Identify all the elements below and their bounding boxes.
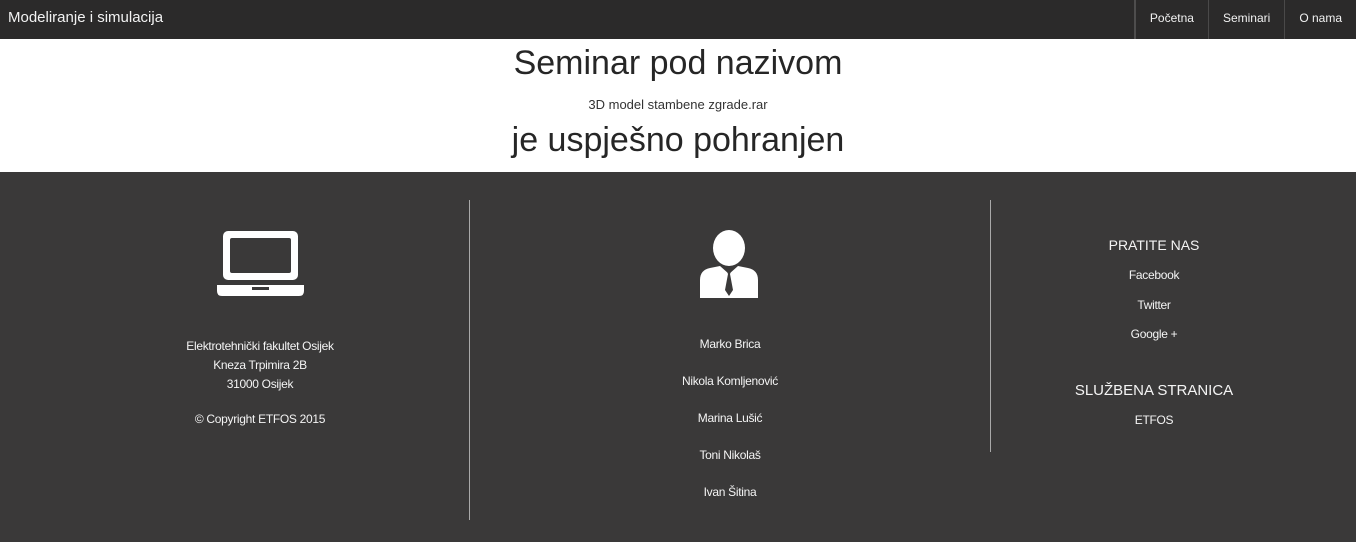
nav-menu: Početna Seminari O nama: [1133, 0, 1356, 39]
nav-item-seminari[interactable]: Seminari: [1207, 0, 1284, 39]
official-site-links: ETFOS: [1044, 413, 1264, 427]
footer: Elektrotehnički fakultet Osijek Kneza Tr…: [0, 172, 1356, 542]
address-line-3: 31000 Osijek: [226, 377, 294, 391]
address-block: Elektrotehnički fakultet Osijek Kneza Tr…: [150, 337, 370, 394]
heading-seminar-title: Seminar pod nazivom: [513, 44, 843, 82]
address-line-1: Elektrotehnički fakultet Osijek: [186, 339, 334, 353]
follow-us-title: PRATITE NAS: [1108, 237, 1200, 253]
copyright-text: © Copyright ETFOS 2015: [194, 412, 326, 426]
heading-upload-success: je uspješno pohranjen: [511, 121, 845, 159]
footer-divider-right: [990, 200, 991, 452]
facebook-link[interactable]: Facebook: [1044, 268, 1264, 298]
team-member: Marina Lušić: [697, 411, 763, 425]
google-plus-link[interactable]: Google +: [1044, 327, 1264, 357]
person-icon: [698, 230, 762, 300]
twitter-link[interactable]: Twitter: [1044, 298, 1264, 328]
team-member: Toni Nikolaš: [699, 448, 761, 462]
nav-item-o-nama[interactable]: O nama: [1284, 0, 1356, 39]
navbar: Modeliranje i simulacija Početna Seminar…: [0, 0, 1356, 39]
etfos-link[interactable]: ETFOS: [1044, 413, 1264, 427]
nav-item-pocetna[interactable]: Početna: [1133, 0, 1208, 39]
address-line-2: Kneza Trpimira 2B: [213, 358, 307, 372]
team-member: Marko Brica: [699, 337, 761, 351]
uploaded-filename: 3D model stambene zgrade.rar: [588, 97, 768, 112]
laptop-icon: [216, 230, 306, 300]
footer-divider-left: [469, 200, 470, 520]
team-list: Marko Brica Nikola Komljenović Marina Lu…: [620, 337, 840, 522]
team-member: Nikola Komljenović: [682, 374, 778, 388]
team-member: Ivan Šitina: [703, 485, 757, 499]
brand-link[interactable]: Modeliranje i simulacija: [8, 9, 163, 26]
official-site-title: SLUŽBENA STRANICA: [1074, 382, 1234, 399]
upload-success-panel: Seminar pod nazivom 3D model stambene zg…: [0, 39, 1356, 172]
social-links: Facebook Twitter Google +: [1044, 268, 1264, 357]
